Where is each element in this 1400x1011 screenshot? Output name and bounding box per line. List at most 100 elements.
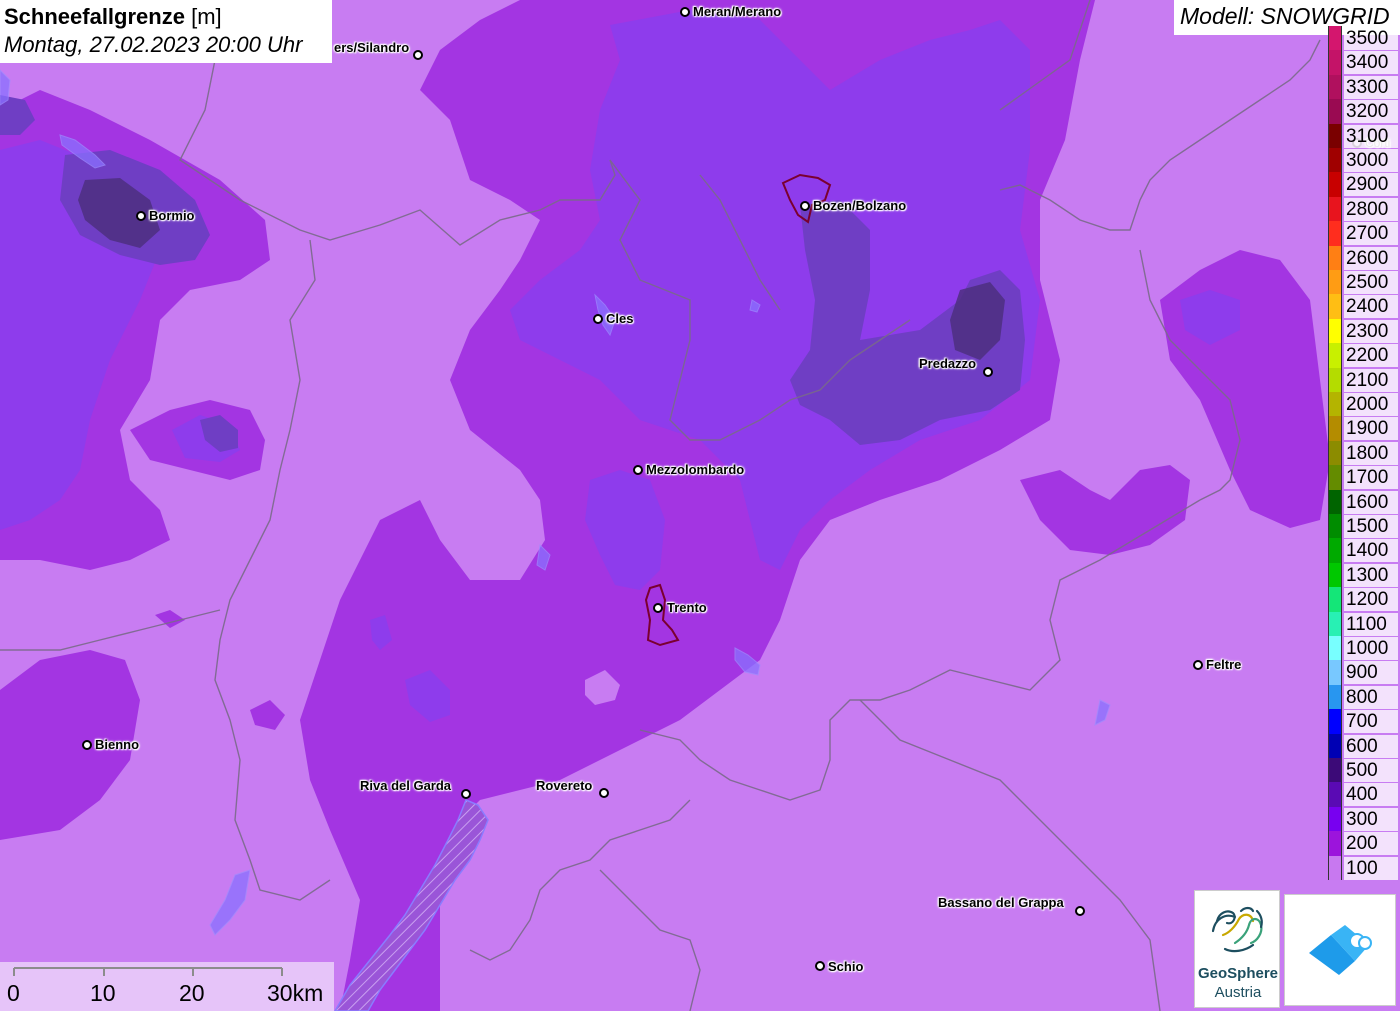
legend-swatch	[1328, 684, 1342, 710]
city-label: ers/Silandro	[334, 40, 410, 55]
city-label: Schio	[828, 959, 864, 974]
cloud-mountain-icon	[1309, 925, 1372, 975]
legend-row: 1600	[1328, 489, 1400, 514]
legend-swatch	[1328, 318, 1342, 344]
legend-label: 1500	[1344, 515, 1398, 538]
city-label: Bozen/Bolzano	[813, 198, 907, 213]
geosphere-logo[interactable]: GeoSphere Austria	[1194, 890, 1280, 1008]
legend-row: 2600	[1328, 245, 1400, 270]
legend-label: 2500	[1344, 271, 1398, 294]
legend-swatch	[1328, 709, 1342, 734]
legend-row: 200	[1328, 831, 1400, 856]
map-subtitle: Montag, 27.02.2023 20:00 Uhr	[4, 32, 303, 57]
weather-app-logo[interactable]	[1284, 894, 1396, 1006]
geosphere-emblem-icon	[1211, 906, 1263, 953]
legend-row: 1500	[1328, 514, 1400, 539]
legend-row: 2200	[1328, 343, 1400, 368]
legend-row: 3000	[1328, 148, 1400, 173]
legend-row: 800	[1328, 684, 1400, 710]
city-label: Riva del Garda	[360, 778, 452, 793]
legend-row: 3100	[1328, 123, 1400, 148]
legend-row: 3300	[1328, 74, 1400, 100]
city-label: Bienno	[95, 737, 140, 752]
legend-label: 200	[1344, 832, 1398, 856]
legend-row: 2700	[1328, 221, 1400, 246]
city-dot	[800, 201, 810, 211]
legend-label: 1900	[1344, 417, 1398, 441]
legend-row: 2500	[1328, 270, 1400, 295]
legend-swatch	[1328, 416, 1342, 441]
legend-swatch	[1328, 343, 1342, 368]
legend-row: 100	[1328, 855, 1400, 880]
city-dot	[633, 465, 643, 475]
legend-swatch	[1328, 392, 1342, 417]
legend-swatch	[1328, 99, 1342, 124]
legend-label: 1600	[1344, 490, 1398, 514]
legend-swatch	[1328, 196, 1342, 222]
city-dot	[82, 740, 92, 750]
legend-row: 2300	[1328, 318, 1400, 344]
legend-label: 2800	[1344, 197, 1398, 221]
legend-label: 3000	[1344, 149, 1398, 172]
legend-swatch	[1328, 50, 1342, 75]
legend-label: 3500	[1344, 27, 1398, 50]
legend-row: 1000	[1328, 636, 1400, 661]
city-dot	[413, 50, 423, 60]
legend-label: 3100	[1344, 124, 1398, 148]
legend-row: 1900	[1328, 416, 1400, 441]
legend-label: 1200	[1344, 588, 1398, 612]
legend-label: 600	[1344, 734, 1398, 758]
city-dot	[136, 211, 146, 221]
legend-swatch	[1328, 514, 1342, 539]
scale-label-20: 20	[179, 980, 205, 1006]
legend-label: 2300	[1344, 319, 1398, 343]
legend-swatch	[1328, 611, 1342, 636]
legend-swatch	[1328, 636, 1342, 661]
legend-row: 900	[1328, 660, 1400, 685]
legend-row: 300	[1328, 806, 1400, 832]
legend-swatch	[1328, 221, 1342, 246]
city-label: Trento	[667, 600, 707, 615]
legend-swatch	[1328, 562, 1342, 588]
city-dot	[1193, 660, 1203, 670]
city-dot	[1075, 906, 1085, 916]
legend-row: 3200	[1328, 99, 1400, 124]
legend-swatch	[1328, 270, 1342, 295]
legend-label: 2400	[1344, 295, 1398, 319]
city-dot	[599, 788, 609, 798]
legend-swatch	[1328, 489, 1342, 514]
legend-label: 500	[1344, 759, 1398, 782]
legend-label: 3200	[1344, 100, 1398, 124]
legend-row: 1800	[1328, 440, 1400, 466]
legend-swatch	[1328, 831, 1342, 856]
legend-row: 1100	[1328, 611, 1400, 636]
legend-label: 900	[1344, 661, 1398, 685]
legend-swatch	[1328, 294, 1342, 319]
legend-swatch	[1328, 660, 1342, 685]
legend-row: 1700	[1328, 465, 1400, 490]
city-dot	[593, 314, 603, 324]
legend-swatch	[1328, 172, 1342, 197]
legend-row: 2000	[1328, 392, 1400, 417]
legend-label: 2900	[1344, 173, 1398, 197]
map-title: Schneefallgrenze [m]	[4, 3, 328, 31]
legend-row: 3500	[1328, 26, 1400, 51]
legend-swatch	[1328, 367, 1342, 392]
city-label: Cles	[606, 311, 634, 326]
legend-swatch	[1328, 758, 1342, 783]
legend-row: 400	[1328, 782, 1400, 807]
legend-row: 1200	[1328, 587, 1400, 612]
snowfall-map[interactable]	[0, 0, 1400, 1011]
legend-label: 2000	[1344, 393, 1398, 416]
legend-row: 600	[1328, 733, 1400, 758]
legend-label: 800	[1344, 685, 1398, 709]
scale-label-0: 0	[7, 980, 20, 1006]
legend-swatch	[1328, 123, 1342, 148]
city-dot	[815, 961, 825, 971]
legend-swatch	[1328, 782, 1342, 807]
legend-row: 700	[1328, 709, 1400, 734]
city-dot	[653, 603, 663, 613]
city-dot	[461, 789, 471, 799]
legend-row: 2900	[1328, 172, 1400, 197]
legend-label: 2700	[1344, 222, 1398, 246]
